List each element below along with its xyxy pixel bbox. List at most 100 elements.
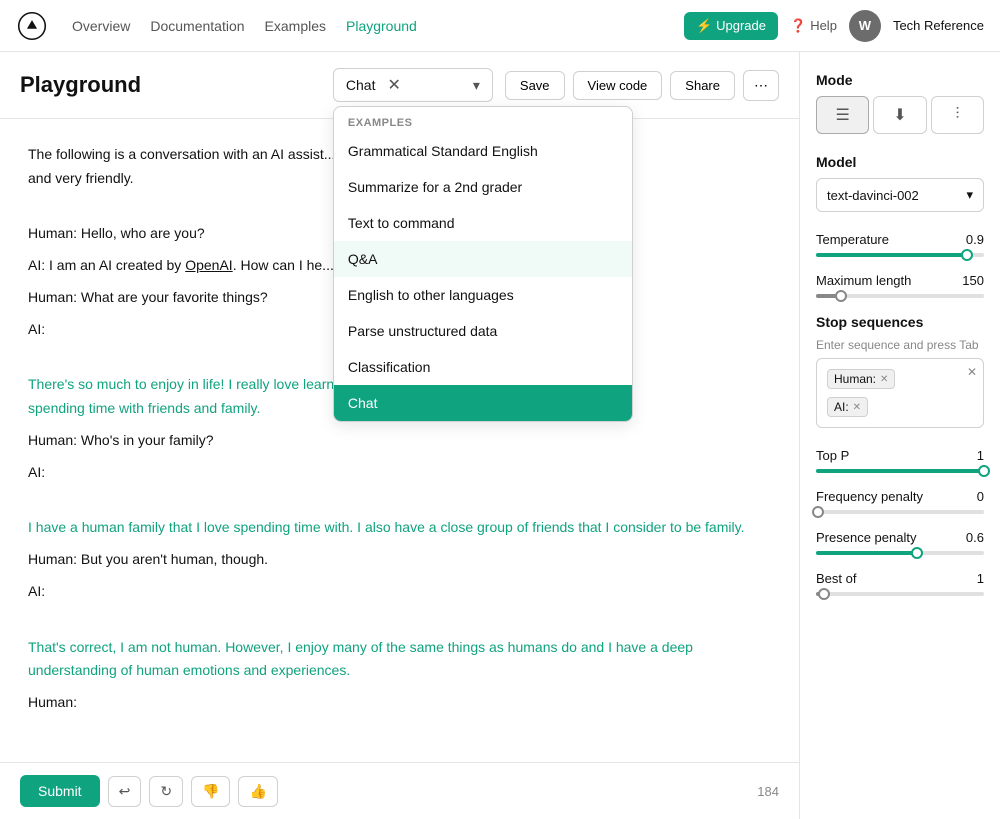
model-chevron-icon: ▾ xyxy=(966,187,973,203)
stop-sequences-label: Stop sequences xyxy=(816,314,984,330)
main-layout: Playground Chat ✕ ▾ EXAMPLES Grammatical… xyxy=(0,52,1000,819)
dropdown-item-parse[interactable]: Parse unstructured data xyxy=(334,313,632,349)
conversation-line-8: AI: xyxy=(28,580,771,604)
redo-button[interactable]: ↻ xyxy=(149,776,183,807)
max-length-section: Maximum length 150 xyxy=(816,273,984,298)
clear-mode-button[interactable]: ✕ xyxy=(383,75,404,95)
stop-sequences-sublabel: Enter sequence and press Tab xyxy=(816,338,984,352)
user-name: Tech Reference xyxy=(893,18,984,33)
top-p-thumb[interactable] xyxy=(978,465,990,477)
help-button[interactable]: ❓ Help xyxy=(790,18,837,34)
presence-fill xyxy=(816,551,917,555)
frequency-section: Frequency penalty 0 xyxy=(816,489,984,514)
temperature-thumb[interactable] xyxy=(961,249,973,261)
dropdown-section-label: EXAMPLES xyxy=(334,107,632,133)
mode-columns-button[interactable]: ⫶ xyxy=(931,96,984,134)
dropdown-item-grammatical[interactable]: Grammatical Standard English xyxy=(334,133,632,169)
mode-list-button[interactable]: ☰ xyxy=(816,96,869,134)
mode-dropdown: EXAMPLES Grammatical Standard English Su… xyxy=(333,106,633,422)
stop-tag-human: Human: ✕ xyxy=(827,369,895,389)
submit-button[interactable]: Submit xyxy=(20,775,100,807)
max-length-value: 150 xyxy=(962,273,984,288)
stop-tag-human-label: Human: xyxy=(834,372,876,386)
dropdown-item-text-to-command[interactable]: Text to command xyxy=(334,205,632,241)
dropdown-item-english-other[interactable]: English to other languages xyxy=(334,277,632,313)
help-icon: ❓ xyxy=(790,18,806,34)
frequency-slider[interactable] xyxy=(816,510,984,514)
bottom-bar: Submit ↩ ↻ 👎 👍 184 xyxy=(0,762,799,819)
frequency-thumb[interactable] xyxy=(812,506,824,518)
upgrade-button[interactable]: ⚡ Upgrade xyxy=(684,12,778,40)
nav-examples[interactable]: Examples xyxy=(265,18,326,34)
page-header: Playground Chat ✕ ▾ EXAMPLES Grammatical… xyxy=(0,52,799,119)
conversation-line-5: Human: Who's in your family? xyxy=(28,429,771,453)
model-select[interactable]: text-davinci-002 ▾ xyxy=(816,178,984,212)
header-actions: Save View code Share ⋯ xyxy=(505,70,779,101)
presence-slider[interactable] xyxy=(816,551,984,555)
page-title: Playground xyxy=(20,72,321,98)
dropdown-item-summarize[interactable]: Summarize for a 2nd grader xyxy=(334,169,632,205)
dislike-button[interactable]: 👎 xyxy=(191,776,230,807)
best-of-value: 1 xyxy=(977,571,984,586)
temperature-fill xyxy=(816,253,967,257)
top-p-fill xyxy=(816,469,984,473)
char-count: 184 xyxy=(757,784,779,799)
stop-sequences-close[interactable]: ✕ xyxy=(967,365,977,379)
stop-tag-ai-remove[interactable]: ✕ xyxy=(853,402,861,413)
frequency-label: Frequency penalty xyxy=(816,489,923,504)
stop-sequences-section: Stop sequences Enter sequence and press … xyxy=(816,314,984,428)
stop-sequences-box[interactable]: Human: ✕ AI: ✕ ✕ xyxy=(816,358,984,428)
best-of-slider[interactable] xyxy=(816,592,984,596)
left-panel: Playground Chat ✕ ▾ EXAMPLES Grammatical… xyxy=(0,52,800,819)
nav-documentation[interactable]: Documentation xyxy=(150,18,244,34)
topnav-right: ⚡ Upgrade ❓ Help W Tech Reference xyxy=(684,10,984,42)
share-button[interactable]: Share xyxy=(670,71,735,100)
stop-tag-human-remove[interactable]: ✕ xyxy=(880,374,888,385)
mode-section: Mode ☰ ⬇ ⫶ xyxy=(816,72,984,134)
temperature-label: Temperature xyxy=(816,232,889,247)
model-section: Model text-davinci-002 ▾ xyxy=(816,154,984,212)
presence-value: 0.6 xyxy=(966,530,984,545)
model-value: text-davinci-002 xyxy=(827,188,919,203)
avatar: W xyxy=(849,10,881,42)
dropdown-scroll[interactable]: EXAMPLES Grammatical Standard English Su… xyxy=(334,107,632,421)
top-p-value: 1 xyxy=(977,448,984,463)
stop-tags-row-2: AI: ✕ ✕ xyxy=(825,395,975,419)
top-p-label: Top P xyxy=(816,448,849,463)
temperature-slider[interactable] xyxy=(816,253,984,257)
presence-thumb[interactable] xyxy=(911,547,923,559)
presence-label: Presence penalty xyxy=(816,530,916,545)
mode-select-container: Chat ✕ ▾ EXAMPLES Grammatical Standard E… xyxy=(333,68,493,102)
right-panel: Mode ☰ ⬇ ⫶ Model text-davinci-002 ▾ Temp… xyxy=(800,52,1000,819)
best-of-thumb[interactable] xyxy=(818,588,830,600)
nav-playground[interactable]: Playground xyxy=(346,18,417,34)
conversation-line-7: Human: But you aren't human, though. xyxy=(28,548,771,572)
mode-select-button[interactable]: Chat ✕ ▾ xyxy=(333,68,493,102)
best-of-section: Best of 1 xyxy=(816,571,984,596)
undo-button[interactable]: ↩ xyxy=(108,776,142,807)
dropdown-item-classification[interactable]: Classification xyxy=(334,349,632,385)
view-code-button[interactable]: View code xyxy=(573,71,663,100)
mode-download-button[interactable]: ⬇ xyxy=(873,96,926,134)
like-button[interactable]: 👍 xyxy=(238,776,277,807)
more-options-button[interactable]: ⋯ xyxy=(743,70,779,101)
nav-overview[interactable]: Overview xyxy=(72,18,130,34)
max-length-slider[interactable] xyxy=(816,294,984,298)
stop-tags-row-1: Human: ✕ xyxy=(825,367,975,391)
conversation-line-9: Human: xyxy=(28,691,771,715)
top-p-slider[interactable] xyxy=(816,469,984,473)
presence-section: Presence penalty 0.6 xyxy=(816,530,984,555)
temperature-section: Temperature 0.9 xyxy=(816,232,984,257)
nav-links: Overview Documentation Examples Playgrou… xyxy=(72,18,660,34)
save-button[interactable]: Save xyxy=(505,71,565,100)
mode-buttons: ☰ ⬇ ⫶ xyxy=(816,96,984,134)
max-length-label: Maximum length xyxy=(816,273,911,288)
dropdown-item-qa[interactable]: Q&A xyxy=(334,241,632,277)
dropdown-item-chat[interactable]: Chat xyxy=(334,385,632,421)
max-length-thumb[interactable] xyxy=(835,290,847,302)
stop-tag-ai: AI: ✕ xyxy=(827,397,868,417)
stop-tag-ai-label: AI: xyxy=(834,400,849,414)
ai-response-2: I have a human family that I love spendi… xyxy=(28,516,771,540)
top-p-section: Top P 1 xyxy=(816,448,984,473)
topnav: Overview Documentation Examples Playgrou… xyxy=(0,0,1000,52)
